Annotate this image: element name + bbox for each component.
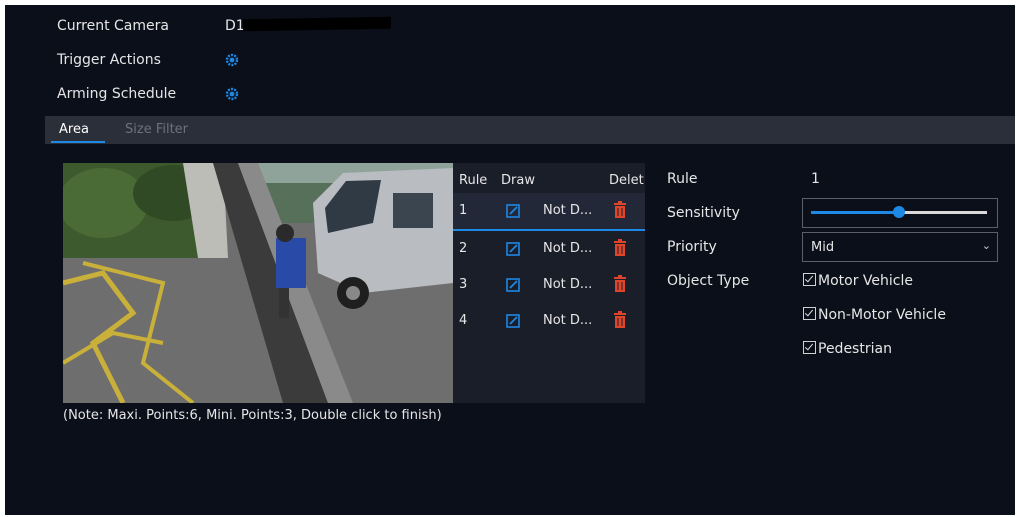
camera-preview[interactable] [63,163,453,403]
camera-scene-image [63,163,453,403]
checkbox-label: Pedestrian [818,341,892,357]
rule-label: Rule [667,171,698,187]
drawing-note: (Note: Maxi. Points:6, Mini. Points:3, D… [63,408,442,423]
checkbox-checked-icon [803,273,816,286]
trash-icon[interactable] [613,239,627,257]
current-camera-label: Current Camera [57,18,169,34]
tab-area[interactable]: Area [59,122,89,137]
rules-table: Rule Draw Delet 1 Not D... 2 Not D... 3 … [453,163,645,403]
priority-value: Mid [811,240,835,255]
checkbox-label: Non-Motor Vehicle [818,307,946,323]
tab-bar: Area Size Filter [45,116,1015,144]
table-row[interactable]: 2 Not D... [453,231,645,267]
edit-icon[interactable] [505,277,521,293]
rule-status: Not D... [543,313,593,328]
trash-icon[interactable] [613,275,627,293]
non-motor-vehicle-checkbox[interactable]: Non-Motor Vehicle [803,307,946,323]
object-type-label: Object Type [667,273,750,289]
edit-icon[interactable] [505,203,521,219]
draw-column-header: Draw [501,173,535,188]
table-row[interactable]: 1 Not D... [453,193,645,231]
rule-status: Not D... [543,277,593,292]
checkbox-checked-icon [803,307,816,320]
rule-status: Not D... [543,203,593,218]
checkbox-label: Motor Vehicle [818,273,913,289]
gear-icon[interactable] [225,87,239,101]
current-camera-value[interactable]: D1 [225,18,245,34]
edit-icon[interactable] [505,313,521,329]
rule-number: 1 [459,203,468,218]
trash-icon[interactable] [613,201,627,219]
chevron-down-icon: ⌄ [981,239,991,252]
motor-vehicle-checkbox[interactable]: Motor Vehicle [803,273,913,289]
rule-value: 1 [811,171,820,187]
edit-icon[interactable] [505,241,521,257]
active-tab-indicator [51,141,105,143]
checkbox-checked-icon [803,341,816,354]
rule-column-header: Rule [459,173,488,188]
pedestrian-checkbox[interactable]: Pedestrian [803,341,892,357]
trigger-actions-label: Trigger Actions [57,52,161,68]
slider-thumb[interactable] [893,206,905,218]
priority-label: Priority [667,239,717,255]
arming-schedule-label: Arming Schedule [57,86,177,102]
table-row[interactable]: 4 Not D... [453,303,645,339]
slider-fill [811,211,899,214]
rule-number: 2 [459,241,468,256]
rule-status: Not D... [543,241,593,256]
table-row[interactable]: 3 Not D... [453,267,645,303]
rule-number: 4 [459,313,468,328]
smart-detection-panel: Current Camera D1 Trigger Actions Arming… [5,5,1015,515]
redaction-bar [243,16,391,32]
rule-number: 3 [459,277,468,292]
sensitivity-slider[interactable] [802,198,998,228]
priority-select[interactable]: Mid ⌄ [802,232,998,262]
trash-icon[interactable] [613,311,627,329]
sensitivity-label: Sensitivity [667,205,740,221]
gear-icon[interactable] [225,53,239,67]
delete-column-header: Delet [609,173,644,188]
tab-size-filter[interactable]: Size Filter [125,122,188,137]
